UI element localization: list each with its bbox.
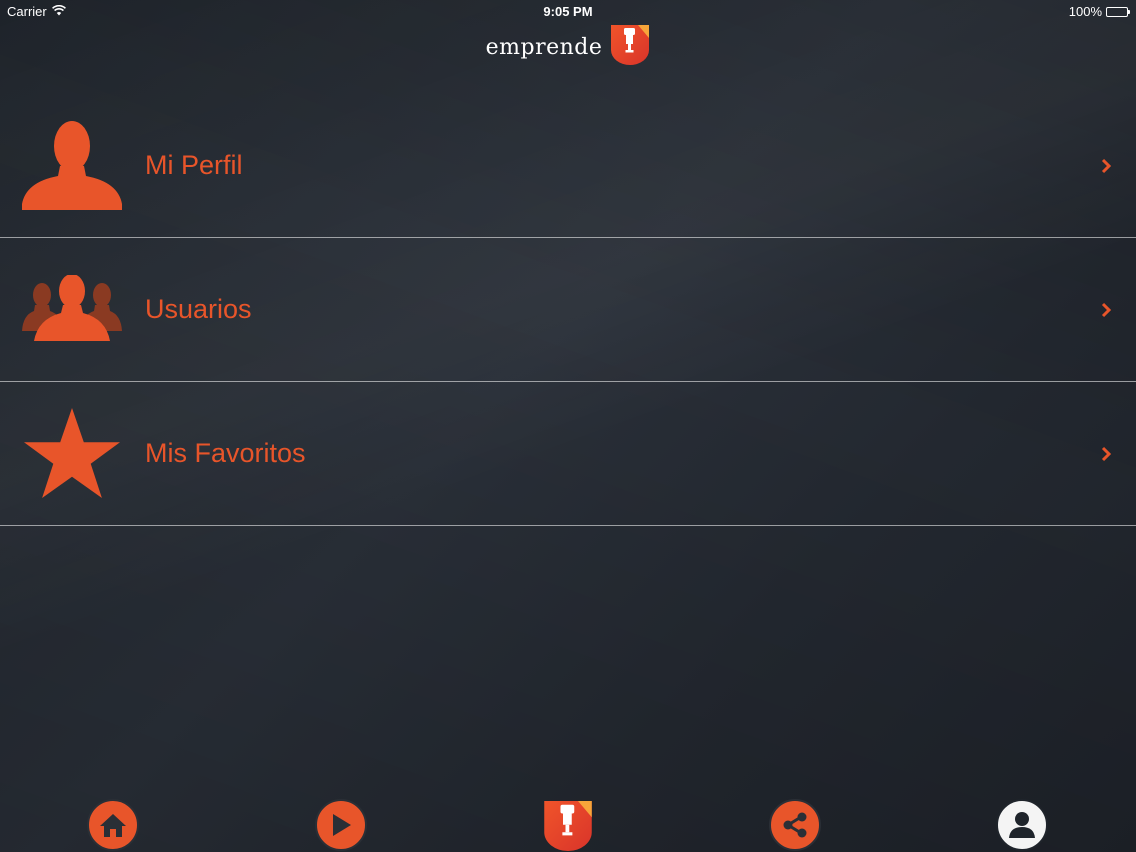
star-icon	[22, 404, 122, 504]
status-bar: Carrier 9:05 PM 100%	[0, 0, 1136, 22]
home-icon	[87, 799, 139, 851]
menu-item-mi-perfil[interactable]: Mi Perfil	[0, 94, 1136, 238]
chevron-right-icon	[1100, 300, 1114, 320]
profile-icon	[996, 799, 1048, 851]
play-icon	[315, 799, 367, 851]
status-right: 100%	[1068, 4, 1130, 19]
tab-emprende[interactable]	[541, 799, 595, 852]
tab-profile[interactable]	[995, 799, 1049, 852]
emprende-logo-icon	[543, 799, 593, 852]
emprende-logo-icon	[610, 24, 650, 71]
menu-item-label: Mi Perfil	[145, 150, 243, 180]
brand-wordmark: emprende	[485, 34, 603, 60]
menu-item-label: Mis Favoritos	[145, 438, 306, 468]
battery-icon	[1106, 6, 1130, 17]
header-logo: emprende	[0, 24, 1136, 70]
battery-label: 100%	[1068, 4, 1102, 19]
tab-home[interactable]	[86, 799, 140, 852]
tab-play[interactable]	[314, 799, 368, 852]
users-icon	[22, 260, 122, 360]
menu-item-mis-favoritos[interactable]: Mis Favoritos	[0, 382, 1136, 526]
chevron-right-icon	[1100, 444, 1114, 464]
share-icon	[769, 799, 821, 851]
tab-bar	[0, 796, 1136, 852]
user-icon	[22, 116, 122, 216]
status-time: 9:05 PM	[543, 4, 593, 19]
menu-item-label: Usuarios	[145, 294, 252, 324]
menu-item-usuarios[interactable]: Usuarios	[0, 238, 1136, 382]
tab-share[interactable]	[768, 799, 822, 852]
main-menu: Mi Perfil Usuarios Mis Favoritos	[0, 94, 1136, 526]
chevron-right-icon	[1100, 156, 1114, 176]
